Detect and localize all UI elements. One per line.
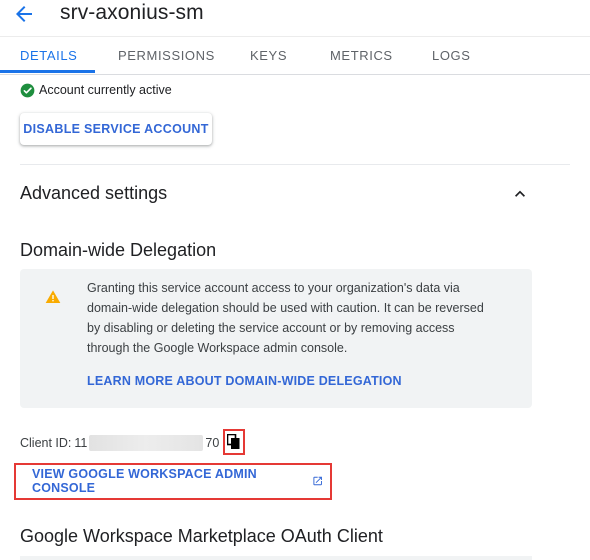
view-admin-console-link[interactable]: VIEW GOOGLE WORKSPACE ADMIN CONSOLE [18, 467, 323, 495]
tab-details[interactable]: DETAILS [20, 48, 77, 63]
back-arrow-icon[interactable] [12, 2, 36, 26]
redacted-region [89, 435, 204, 451]
client-id-suffix: 70 [205, 436, 220, 450]
tab-metrics[interactable]: METRICS [330, 48, 393, 63]
page-header: srv-axonius-sm [0, 0, 590, 36]
oauth-client-heading: Google Workspace Marketplace OAuth Clien… [20, 526, 383, 546]
tab-logs[interactable]: LOGS [432, 48, 471, 63]
open-in-new-icon [313, 476, 322, 486]
next-section-box [20, 556, 532, 560]
page-title: srv-axonius-sm [60, 1, 204, 24]
copy-client-id-button[interactable] [223, 429, 245, 455]
tab-permissions[interactable]: PERMISSIONS [118, 48, 215, 63]
client-id-label: Client ID: [20, 436, 72, 450]
status-text: Account currently active [39, 83, 172, 97]
delegation-warning-box: Granting this service account access to … [20, 269, 532, 408]
warning-line: Granting this service account access to … [87, 281, 460, 295]
check-circle-icon [20, 83, 35, 97]
disable-service-account-button[interactable]: DISABLE SERVICE ACCOUNT [20, 113, 212, 145]
warning-line: domain-wide delegation should be used wi… [87, 301, 484, 315]
warning-text: Granting this service account access to … [87, 278, 507, 358]
learn-more-delegation-link[interactable]: LEARN MORE ABOUT DOMAIN-WIDE DELEGATION [87, 374, 402, 388]
section-divider [20, 164, 570, 165]
client-id-prefix: 11 [74, 436, 88, 450]
client-id-row: Client ID: 11 70 [20, 435, 219, 451]
active-tab-indicator [0, 70, 95, 73]
tab-keys[interactable]: KEYS [250, 48, 287, 63]
warning-line: by disabling or deleting the service acc… [87, 321, 455, 335]
admin-console-link-label: VIEW GOOGLE WORKSPACE ADMIN CONSOLE [32, 467, 257, 495]
chevron-up-icon[interactable] [510, 184, 530, 204]
copy-icon [227, 434, 240, 449]
warning-line: through the Google Workspace admin conso… [87, 341, 348, 355]
advanced-settings-heading: Advanced settings [20, 183, 168, 203]
warning-icon [45, 290, 61, 303]
account-status: Account currently active [20, 82, 172, 98]
domain-wide-delegation-heading: Domain-wide Delegation [20, 240, 217, 260]
